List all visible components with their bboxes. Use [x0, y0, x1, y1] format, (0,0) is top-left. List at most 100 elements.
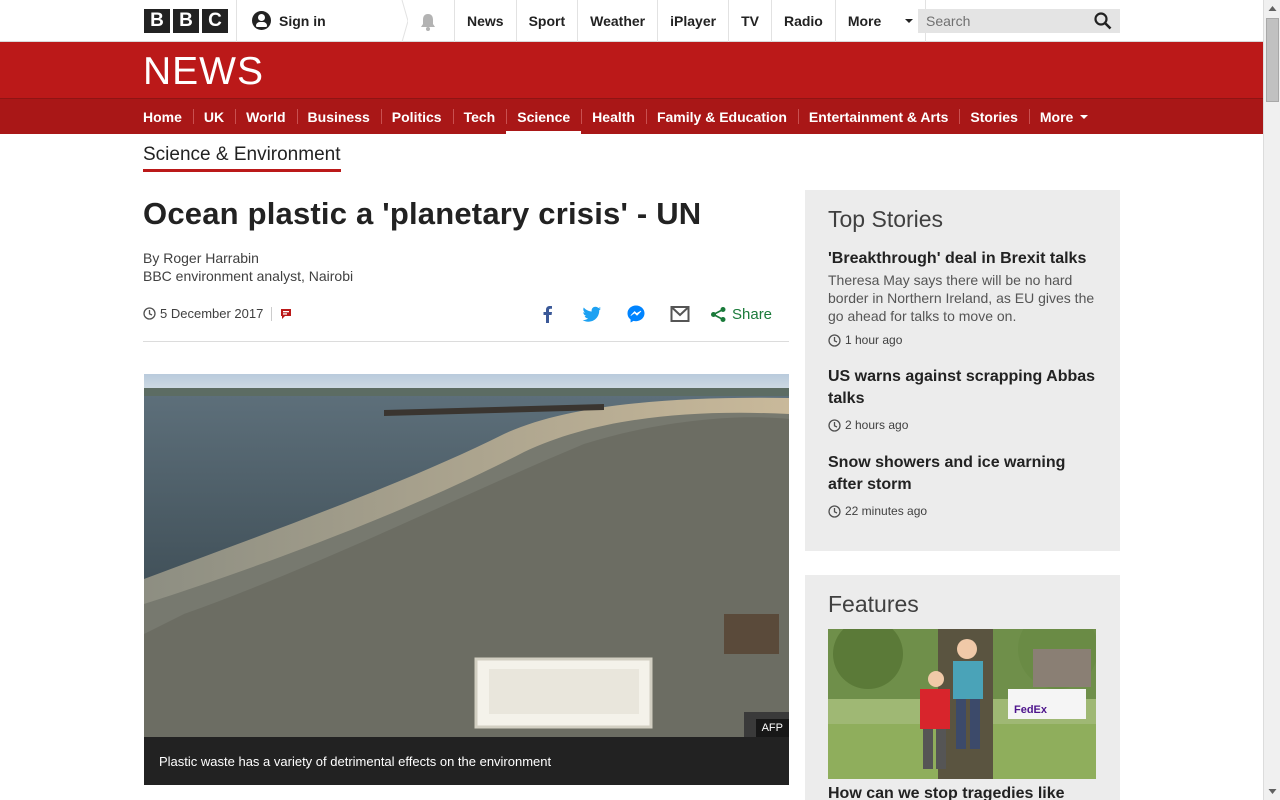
nav-politics[interactable]: Politics	[380, 99, 453, 134]
story-item[interactable]: Snow showers and ice warning after storm…	[828, 452, 1098, 518]
scroll-up-arrow-icon[interactable]	[1264, 0, 1280, 17]
nav-label: World	[246, 108, 286, 125]
global-nav: News Sport Weather iPlayer TV Radio More	[454, 0, 927, 42]
meta-divider	[271, 306, 273, 321]
story-item[interactable]: 'Breakthrough' deal in Brexit talks Ther…	[828, 248, 1098, 347]
facebook-icon[interactable]	[538, 304, 558, 324]
story-time: 1 hour ago	[828, 333, 1098, 347]
vertical-scrollbar[interactable]	[1263, 0, 1280, 800]
bell-icon[interactable]	[419, 13, 437, 31]
feature-image[interactable]: FedEx	[828, 629, 1096, 779]
share-label: Share	[732, 305, 773, 323]
nav-label: Health	[592, 108, 635, 125]
share-icon	[711, 306, 726, 322]
features-panel: Features FedEx How can we stop tragedies…	[805, 575, 1120, 800]
search-icon[interactable]	[1094, 12, 1112, 30]
story-time-text: 2 hours ago	[845, 418, 909, 432]
topnav-label: News	[467, 13, 504, 29]
topnav-tv[interactable]: TV	[728, 0, 771, 42]
nav-health[interactable]: Health	[581, 99, 646, 134]
twitter-icon[interactable]	[582, 304, 602, 324]
nav-uk[interactable]: UK	[192, 99, 235, 134]
scroll-down-arrow-icon[interactable]	[1264, 783, 1280, 800]
comment-icon[interactable]	[280, 308, 292, 320]
messenger-icon[interactable]	[626, 304, 646, 324]
bbc-logo[interactable]: B B C	[144, 9, 228, 33]
search-input[interactable]	[918, 9, 1088, 33]
topnav-sport[interactable]: Sport	[515, 0, 578, 42]
story-time: 2 hours ago	[828, 418, 1098, 432]
topnav-label: Radio	[783, 13, 823, 29]
avatar-icon	[252, 11, 271, 30]
nav-home[interactable]: Home	[132, 99, 193, 134]
share-tools: Share	[538, 302, 772, 326]
story-time-text: 1 hour ago	[845, 333, 903, 347]
sign-in-link[interactable]: Sign in	[252, 11, 326, 30]
story-title[interactable]: US warns against scrapping Abbas talks	[828, 366, 1098, 410]
topnav-weather[interactable]: Weather	[577, 0, 657, 42]
fedex-van-sign: FedEx	[1014, 704, 1048, 716]
byline-role: BBC environment analyst, Nairobi	[143, 268, 354, 284]
nav-world[interactable]: World	[235, 99, 296, 134]
image-credit: AFP	[755, 719, 789, 737]
nav-business[interactable]: Business	[296, 99, 381, 134]
divider	[143, 341, 789, 342]
topnav-label: Sport	[528, 13, 566, 29]
scroll-thumb[interactable]	[1266, 18, 1279, 102]
topnav-radio[interactable]: Radio	[770, 0, 835, 42]
nav-label: Science	[517, 108, 571, 125]
topnav-label: iPlayer	[670, 13, 717, 29]
nav-tech[interactable]: Tech	[452, 99, 507, 134]
topnav-label: More	[847, 13, 882, 29]
news-logo[interactable]: NEWS	[143, 50, 264, 94]
topnav-label: Weather	[590, 13, 646, 29]
sign-in-label: Sign in	[279, 12, 326, 29]
logo-letter: C	[202, 9, 228, 33]
email-icon[interactable]	[670, 304, 690, 324]
chevron-separator	[401, 0, 408, 42]
nav-family-education[interactable]: Family & Education	[645, 99, 798, 134]
story-time-text: 22 minutes ago	[845, 504, 928, 518]
article-date: 5 December 2017	[160, 306, 264, 321]
top-stories-panel: Top Stories 'Breakthrough' deal in Brexi…	[805, 190, 1120, 551]
topnav-iplayer[interactable]: iPlayer	[657, 0, 728, 42]
features-title: Features	[828, 591, 919, 617]
story-time: 22 minutes ago	[828, 504, 1098, 518]
story-summary: Theresa May says there will be no hard b…	[828, 272, 1095, 324]
article-headline: Ocean plastic a 'planetary crisis' - UN	[143, 196, 702, 231]
share-button[interactable]: Share	[710, 306, 772, 323]
section-nav: Home UK World Business Politics Tech Sci…	[0, 98, 1263, 135]
byline-name: By Roger Harrabin	[143, 250, 259, 266]
hero-image[interactable]: AFP	[144, 374, 789, 737]
nav-science[interactable]: Science	[506, 99, 582, 135]
nav-entertainment-arts[interactable]: Entertainment & Arts	[797, 99, 960, 134]
story-title[interactable]: 'Breakthrough' deal in Brexit talks	[828, 248, 1098, 270]
news-masthead: NEWS	[0, 42, 1263, 98]
topnav-label: TV	[741, 13, 759, 29]
nav-label: Entertainment & Arts	[808, 108, 949, 125]
sub-section-title[interactable]: Science & Environment	[143, 144, 341, 172]
story-title[interactable]: Snow showers and ice warning after storm	[828, 452, 1098, 496]
nav-label: More	[1039, 108, 1074, 125]
top-stories-title: Top Stories	[828, 206, 944, 232]
nav-label: Stories	[970, 108, 1018, 125]
clock-icon	[828, 504, 841, 518]
nav-more[interactable]: More	[1028, 99, 1099, 134]
topnav-news[interactable]: News	[454, 0, 516, 42]
nav-label: Family & Education	[656, 108, 787, 125]
article-meta: 5 December 2017	[143, 306, 292, 321]
children-in-park-image: FedEx	[828, 629, 1096, 779]
nav-label: Home	[143, 108, 182, 125]
nav-label: Business	[307, 108, 370, 125]
logo-letter: B	[173, 9, 199, 33]
search-box	[918, 9, 1120, 33]
feature-headline[interactable]: How can we stop tragedies like	[828, 783, 1098, 800]
topnav-more[interactable]: More	[834, 0, 927, 42]
divider	[236, 0, 237, 42]
nav-stories[interactable]: Stories	[959, 99, 1028, 134]
clock-icon	[143, 307, 156, 320]
story-item[interactable]: US warns against scrapping Abbas talks 2…	[828, 366, 1098, 432]
clock-icon	[828, 418, 841, 432]
nav-label: UK	[203, 108, 225, 125]
caret-down-icon	[1080, 114, 1089, 119]
